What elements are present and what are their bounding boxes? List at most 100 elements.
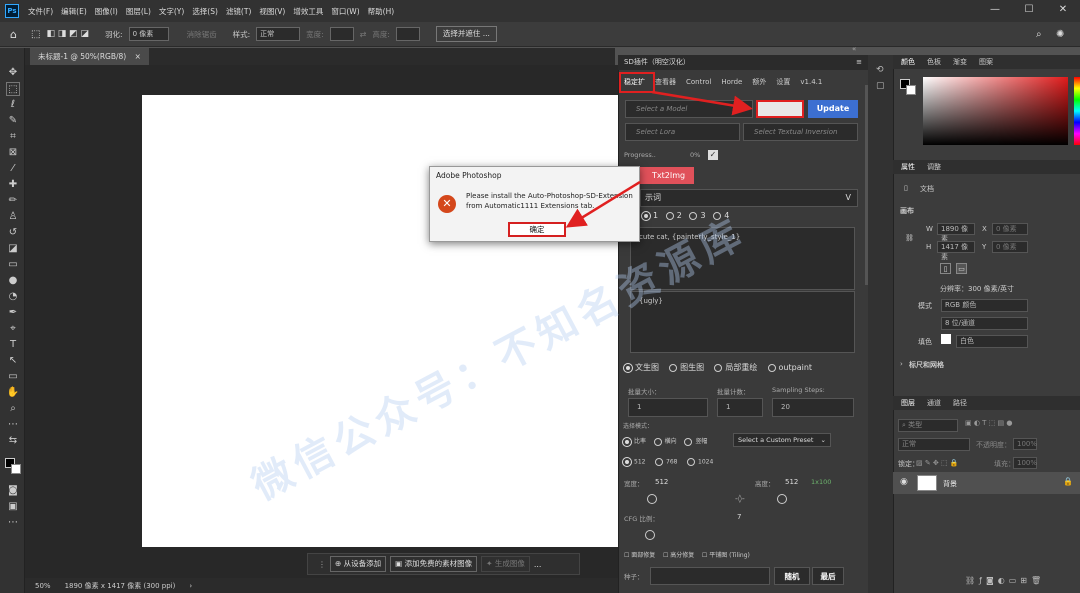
crop-tool-icon[interactable]: ⌗ — [6, 130, 20, 144]
seed-input[interactable] — [650, 567, 770, 585]
size-768-radio[interactable] — [655, 458, 663, 466]
color-picker-field[interactable] — [923, 77, 1068, 145]
prompt-slot-3[interactable] — [689, 211, 698, 220]
select-and-mask-button[interactable]: 选择并遮住 ... — [435, 26, 497, 42]
edit-toolbar-icon[interactable]: ⋯ — [6, 516, 20, 530]
menu-layer[interactable]: 图层(L) — [122, 6, 155, 17]
path-selection-tool-icon[interactable]: ↖ — [6, 354, 20, 368]
tab-adjustments[interactable]: 调整 — [927, 160, 941, 174]
drag-handle-icon[interactable]: ⋮ — [318, 560, 326, 569]
swap-colors-icon[interactable]: ⇆ — [6, 434, 20, 448]
prompt-header[interactable]: 示词 V — [640, 189, 858, 207]
comments-icon[interactable]: ▢ — [876, 81, 885, 91]
eraser-tool-icon[interactable]: ◪ — [6, 242, 20, 256]
custom-preset-select[interactable]: Select a Custom Preset ⌄ — [733, 433, 831, 447]
height-slider[interactable] — [777, 494, 787, 504]
close-icon[interactable]: ✕ — [1046, 0, 1080, 20]
tab-channels[interactable]: 通道 — [927, 396, 941, 410]
random-seed-button[interactable]: 随机 — [774, 567, 810, 585]
document-canvas[interactable] — [142, 95, 618, 547]
link-icon[interactable]: -◊- — [735, 494, 745, 503]
quick-select-tool-icon[interactable]: ✎ — [6, 114, 20, 128]
progress-checkbox[interactable]: ✓ — [708, 150, 718, 160]
menu-image[interactable]: 图像(I) — [91, 6, 122, 17]
menu-filter[interactable]: 滤镜(T) — [222, 6, 255, 17]
fill-swatch[interactable] — [941, 334, 951, 344]
prompt-slot-1[interactable] — [641, 210, 651, 221]
negative-prompt-textarea[interactable]: {ugly} — [630, 291, 855, 353]
menu-view[interactable]: 视图(V) — [255, 6, 289, 17]
update-button[interactable]: Update — [808, 100, 858, 118]
fill-select[interactable]: 白色 — [956, 335, 1028, 348]
menu-select[interactable]: 选择(S) — [188, 6, 222, 17]
height-input[interactable] — [395, 27, 420, 41]
layer-row[interactable]: ◉ 背景 🔒 — [893, 472, 1080, 494]
more-options-button[interactable]: ... — [534, 560, 542, 569]
eyedropper-tool-icon[interactable]: ⁄ — [6, 162, 20, 176]
marquee-tool-icon[interactable]: ⬚ — [6, 82, 20, 96]
maximize-icon[interactable]: ☐ — [1012, 0, 1046, 20]
swap-icon[interactable]: ⇄ — [360, 30, 367, 39]
fx-icon[interactable]: ƒ — [979, 576, 986, 585]
tab-gradients[interactable]: 渐变 — [953, 55, 967, 69]
close-tab-icon[interactable]: × — [135, 52, 141, 61]
tab-horde[interactable]: Horde — [721, 78, 742, 86]
adjustment-icon[interactable]: ◐ — [998, 576, 1009, 585]
collapse-icon[interactable]: « — [852, 45, 856, 53]
lora-select[interactable]: Select Lora — [625, 123, 740, 141]
link-layers-icon[interactable]: ⛓ — [965, 576, 979, 585]
pen-tool-icon[interactable]: ✒ — [6, 306, 20, 320]
background-color-swatch[interactable] — [11, 464, 21, 474]
brush-tool-icon[interactable]: ✏ — [6, 194, 20, 208]
mode-inpaint-radio[interactable] — [714, 363, 723, 372]
minimize-icon[interactable]: — — [978, 0, 1012, 20]
rulers-grids-header[interactable]: 标尺和网格 — [909, 360, 944, 370]
type-tool-icon[interactable]: T — [6, 338, 20, 352]
menu-window[interactable]: 窗口(W) — [327, 6, 363, 17]
textual-inversion-select[interactable]: Select Textual Inversion — [743, 123, 858, 141]
portrait-orientation-icon[interactable]: ▯ — [940, 263, 951, 274]
zoom-tool-icon[interactable]: ⌕ — [6, 402, 20, 416]
canvas-section-header[interactable]: 画布 — [900, 206, 914, 216]
last-seed-button[interactable]: 最后 — [812, 567, 844, 585]
hue-slider[interactable] — [1074, 77, 1080, 145]
width-input[interactable] — [329, 27, 354, 41]
mask-icon[interactable]: ◙ — [986, 576, 998, 585]
status-arrow-icon[interactable]: › — [189, 582, 192, 590]
model-select[interactable]: Select a Model — [625, 100, 753, 118]
layer-filter-icons[interactable]: ▣ ◐ T ⬚ ▤ ● — [965, 419, 1012, 427]
history-icon[interactable]: ⟲ — [876, 65, 884, 75]
portrait-radio[interactable] — [684, 437, 693, 446]
search-icon[interactable]: ⌕ — [1036, 29, 1042, 40]
landscape-radio[interactable] — [653, 437, 662, 446]
add-free-assets-button[interactable]: ▣ 添加免费的素材图像 — [390, 556, 478, 572]
discover-icon[interactable]: ✺ — [1056, 29, 1064, 40]
prompt-textarea[interactable]: cute cat, {painterly_style_1} — [630, 227, 855, 290]
x-field[interactable]: 0 像素 — [992, 223, 1028, 235]
rectangle-tool-icon[interactable]: ▭ — [6, 370, 20, 384]
landscape-orientation-icon[interactable]: ▭ — [956, 263, 967, 274]
txt2img-tab[interactable]: Txt2Img — [640, 167, 694, 184]
healing-brush-tool-icon[interactable]: ✚ — [6, 178, 20, 192]
tab-patterns[interactable]: 图案 — [979, 55, 993, 69]
mode-outpaint-radio[interactable] — [767, 363, 776, 372]
ok-button[interactable]: 确定 — [508, 222, 566, 237]
gradient-tool-icon[interactable]: ▭ — [6, 258, 20, 272]
delete-layer-icon[interactable]: 🗑 — [1031, 576, 1045, 585]
size-512-radio[interactable] — [622, 457, 632, 467]
expand-icon[interactable]: › — [900, 360, 903, 368]
menu-plugins[interactable]: 增效工具 — [289, 6, 327, 17]
width-slider[interactable] — [647, 494, 657, 504]
stamp-tool-icon[interactable]: ♙ — [6, 210, 20, 224]
size-1024-radio[interactable] — [687, 458, 695, 466]
pen-tool-2-icon[interactable]: ⌖ — [6, 322, 20, 336]
menu-type[interactable]: 文字(Y) — [155, 6, 188, 17]
new-layer-icon[interactable]: ⊞ — [1020, 576, 1031, 585]
y-field[interactable]: 0 像素 — [992, 241, 1028, 253]
panel-menu-icon[interactable]: ≡ — [856, 55, 862, 70]
prompt-slot-2[interactable] — [665, 211, 674, 220]
batch-count-input[interactable]: 1 — [717, 398, 763, 417]
antialias-checkbox[interactable]: 消除锯齿 — [187, 29, 217, 40]
mode-txt2img-radio[interactable] — [623, 362, 633, 373]
menu-help[interactable]: 帮助(H) — [364, 6, 399, 17]
